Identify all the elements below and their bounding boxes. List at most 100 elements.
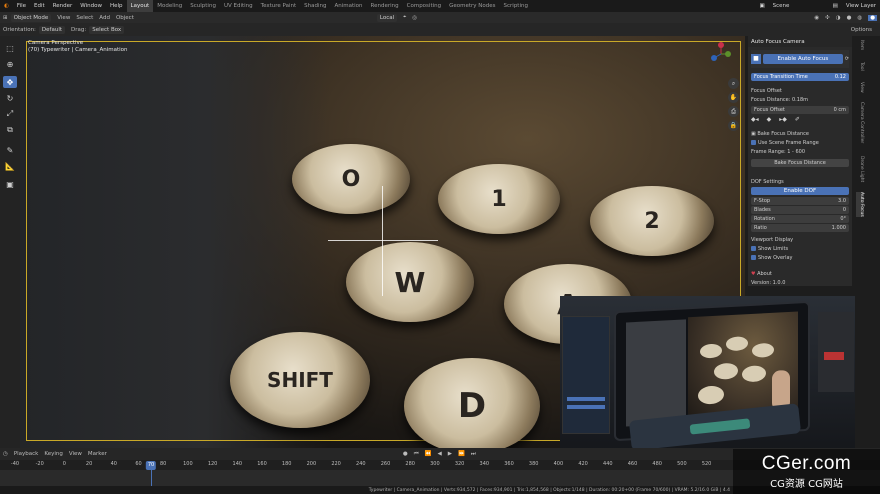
blades-field[interactable]: Blades 0	[751, 206, 849, 214]
tab-uv-editing[interactable]: UV Editing	[220, 0, 257, 12]
show-overlay-checkbox[interactable]: Show Overlay	[751, 255, 849, 261]
use-scene-range-checkbox[interactable]: Use Scene Frame Range	[751, 140, 849, 146]
tab-texture-paint[interactable]: Texture Paint	[257, 0, 301, 12]
tab-scripting[interactable]: Scripting	[500, 0, 532, 12]
move-icon[interactable]: ✥	[3, 76, 17, 88]
fstop-label: F-Stop	[754, 198, 771, 204]
transition-time-field[interactable]: Focus Transition Time 0.12	[751, 73, 849, 81]
menu-select[interactable]: Select	[76, 15, 93, 21]
menu-window[interactable]: Window	[76, 3, 106, 9]
menu-help[interactable]: Help	[106, 3, 127, 9]
annotate-icon[interactable]: ✎	[3, 144, 17, 156]
playback-menu[interactable]: Playback	[14, 451, 39, 457]
watermark-line2: CG资源 CG网站	[770, 479, 843, 490]
mode-selector[interactable]: Object Mode	[10, 13, 52, 22]
tab-modeling[interactable]: Modeling	[153, 0, 186, 12]
snap-icon[interactable]: ⌖	[403, 14, 406, 21]
transform-orientation[interactable]: Local	[376, 13, 398, 22]
visibility-icon[interactable]: ◉	[814, 15, 819, 21]
menu-object[interactable]: Object	[116, 15, 134, 21]
tab-view[interactable]: View	[856, 82, 864, 93]
orientation-dropdown[interactable]: Default	[38, 25, 66, 34]
rotation-field[interactable]: Rotation 0°	[751, 215, 849, 223]
pan-hand-icon[interactable]: ✋	[728, 92, 739, 103]
play-icon[interactable]: ▶	[448, 451, 452, 457]
record-icon[interactable]: ●	[403, 451, 408, 457]
tab-compositing[interactable]: Compositing	[403, 0, 445, 12]
menu-render[interactable]: Render	[49, 3, 77, 9]
keyframe-icon[interactable]: ◆	[767, 116, 772, 123]
timeline-editor-icon[interactable]: ◷	[3, 451, 8, 457]
menu-add[interactable]: Add	[99, 15, 110, 21]
play-reverse-icon[interactable]: ◀	[438, 451, 442, 457]
jump-end-icon[interactable]: ⏭	[471, 451, 476, 458]
marker-menu[interactable]: Marker	[88, 451, 107, 457]
transition-label: Focus Transition Time	[754, 74, 808, 80]
keyframe-next-icon[interactable]: ▸◆	[779, 116, 787, 123]
tab-sculpting[interactable]: Sculpting	[186, 0, 220, 12]
frame-tick: 100	[183, 461, 193, 467]
panel-header[interactable]: Auto Focus Camera	[748, 36, 852, 47]
keying-menu[interactable]: Keying	[44, 451, 62, 457]
zoom-icon[interactable]: ⌕	[728, 78, 739, 89]
frame-tick: 480	[652, 461, 662, 467]
enable-auto-focus-button[interactable]: Enable Auto Focus	[763, 54, 843, 64]
refresh-icon[interactable]: ⟳	[845, 56, 849, 62]
measure-icon[interactable]: 📐	[3, 160, 17, 172]
drag-dropdown[interactable]: Select Box	[89, 25, 125, 34]
select-box-icon[interactable]: ⬚	[3, 42, 17, 54]
enable-dof-button[interactable]: Enable DOF	[751, 187, 849, 195]
bake-focus-button[interactable]: Bake Focus Distance	[751, 159, 849, 167]
scale-icon[interactable]: ⤢	[3, 108, 17, 120]
frame-tick: -20	[35, 461, 44, 467]
tab-item[interactable]: Item	[856, 40, 864, 50]
editor-type-icon[interactable]: ⊞	[3, 15, 8, 21]
keyframe-prev-icon[interactable]: ◆◂	[751, 116, 759, 123]
rotate-icon[interactable]: ↻	[3, 92, 17, 104]
about-section[interactable]: ♥ About	[751, 271, 849, 277]
axis-gizmo[interactable]	[708, 40, 734, 70]
menu-view[interactable]: View	[57, 15, 70, 21]
jump-start-icon[interactable]: ⏮	[414, 451, 419, 458]
ratio-field[interactable]: Ratio 1.000	[751, 224, 849, 232]
show-limits-checkbox[interactable]: Show Limits	[751, 246, 849, 252]
current-frame-indicator[interactable]: 70	[145, 461, 157, 470]
tab-auto-focus[interactable]: Auto Focus	[856, 192, 864, 217]
blades-label: Blades	[754, 207, 771, 213]
add-cube-icon[interactable]: ▣	[3, 178, 17, 190]
key-shift: SHIFT	[230, 332, 370, 428]
blender-logo-icon[interactable]: ◐	[0, 3, 13, 9]
tab-tool[interactable]: Tool	[856, 62, 864, 71]
tab-rendering[interactable]: Rendering	[367, 0, 403, 12]
tab-camera-controller[interactable]: Camera Controller	[856, 102, 864, 143]
focus-offset-field[interactable]: Focus Offset 0 cm	[751, 106, 849, 114]
tab-shading[interactable]: Shading	[300, 0, 330, 12]
next-key-icon[interactable]: ⏩	[458, 451, 465, 457]
shading-solid-icon[interactable]: ●	[847, 15, 852, 21]
drag-label: Drag:	[71, 26, 87, 33]
tab-animation[interactable]: Animation	[330, 0, 366, 12]
eyedropper-icon[interactable]: ✐	[795, 116, 800, 123]
tab-geometry-nodes[interactable]: Geometry Nodes	[445, 0, 499, 12]
tab-layout[interactable]: Layout	[126, 0, 154, 12]
proportional-edit-icon[interactable]: ◎	[412, 15, 417, 21]
options-button[interactable]: Options	[851, 27, 872, 33]
overlay-icon[interactable]: ◑	[836, 15, 841, 21]
tab-drone-light[interactable]: Drone Light	[856, 156, 864, 182]
menu-file[interactable]: File	[13, 3, 30, 9]
view-layer-selector[interactable]: View Layer	[842, 3, 880, 9]
frame-tick: 180	[281, 461, 292, 467]
scene-selector[interactable]: Scene	[769, 3, 829, 9]
shading-material-icon[interactable]: ◍	[857, 15, 862, 21]
cursor-icon[interactable]: ⊕	[3, 58, 17, 70]
timeline-view-menu[interactable]: View	[69, 451, 82, 457]
gizmo-icon[interactable]: ✣	[825, 15, 830, 21]
playhead-line	[151, 470, 152, 486]
fstop-field[interactable]: F-Stop 3.0	[751, 197, 849, 205]
shading-rendered-icon[interactable]: ●	[868, 14, 877, 21]
menu-edit[interactable]: Edit	[30, 3, 49, 9]
lock-icon[interactable]: 🔒	[728, 120, 739, 131]
camera-view-icon[interactable]: ⎙	[728, 106, 739, 117]
transform-icon[interactable]: ⧉	[3, 124, 17, 136]
prev-key-icon[interactable]: ⏪	[425, 451, 432, 457]
